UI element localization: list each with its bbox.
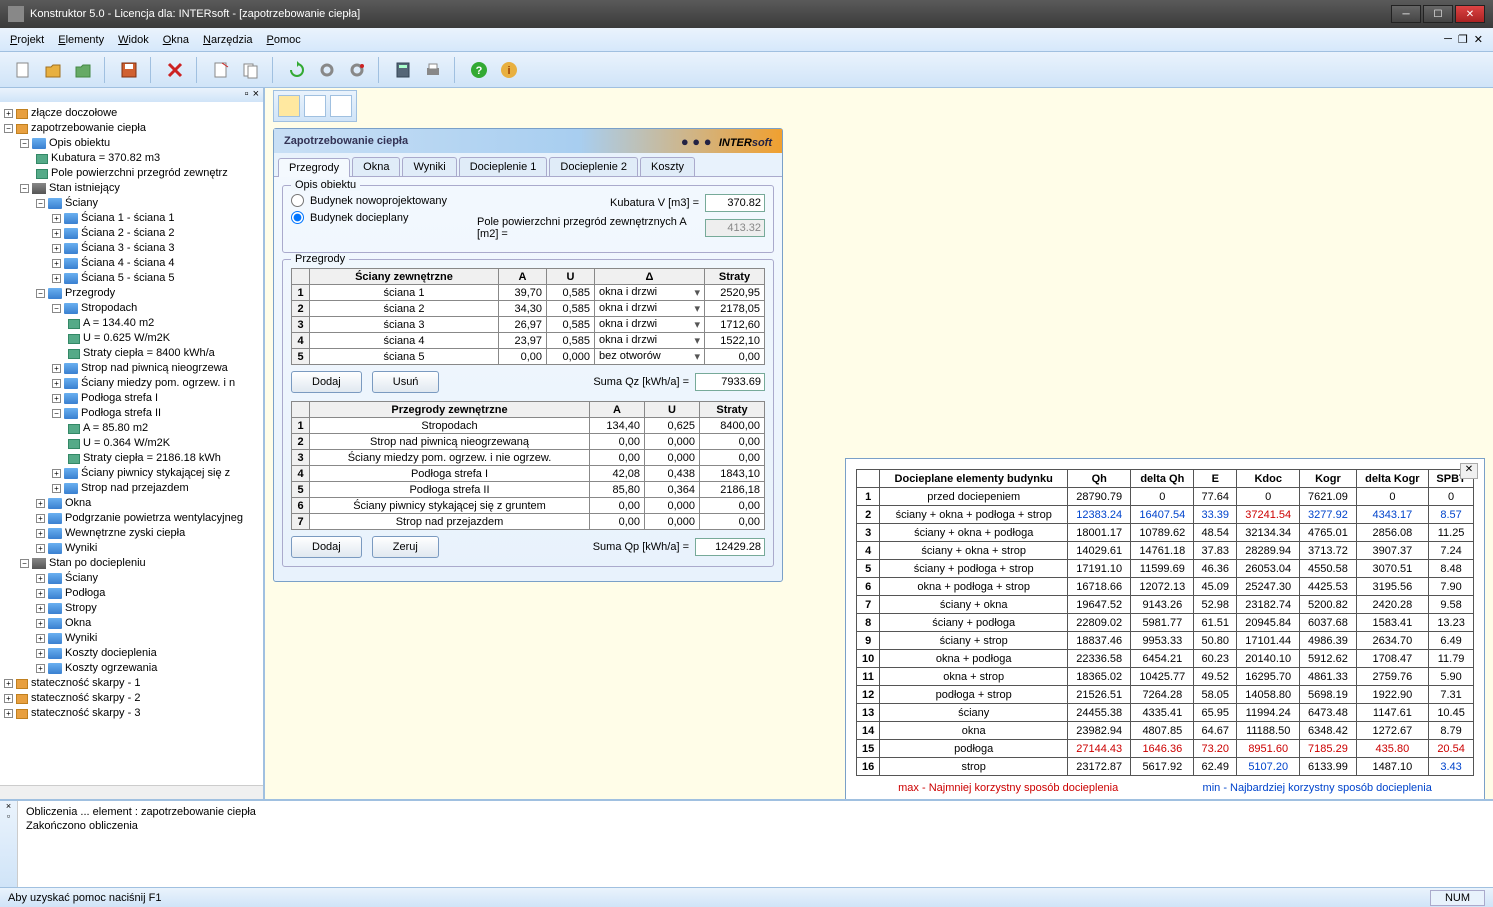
tab-koszty[interactable]: Koszty xyxy=(640,157,695,176)
maximize-button[interactable]: ☐ xyxy=(1423,5,1453,23)
gear1-button[interactable] xyxy=(314,57,340,83)
sciany-table[interactable]: Ściany zewnętrzneAUΔStraty 1ściana 139,7… xyxy=(291,268,765,365)
svg-text:i: i xyxy=(507,65,510,77)
legend-min: min - Najbardziej korzystny sposób docie… xyxy=(1203,782,1432,794)
zeruj-button[interactable]: Zeruj xyxy=(372,536,439,558)
log-gutter[interactable]: ×▫ xyxy=(0,801,18,887)
main-panel: Zapotrzebowanie ciepła ● ● ● INTERsoft P… xyxy=(273,128,783,582)
tab-przegrody[interactable]: Przegrody xyxy=(278,158,350,177)
panel-tabs: Przegrody Okna Wyniki Docieplenie 1 Doci… xyxy=(274,153,782,177)
print-button[interactable] xyxy=(420,57,446,83)
kubatura-input[interactable] xyxy=(705,194,765,212)
sidebar-close-icon[interactable]: × xyxy=(253,88,259,102)
info-button[interactable]: i xyxy=(496,57,522,83)
project-tree[interactable]: +złącze doczołowe −zapotrzebowanie ciepł… xyxy=(0,102,263,785)
calc-button[interactable] xyxy=(390,57,416,83)
menu-widok[interactable]: Widok xyxy=(118,34,149,46)
przegrody-group: Przegrody Ściany zewnętrzneAUΔStraty 1śc… xyxy=(282,259,774,567)
legend-max: max - Najmniej korzystny sposób docieple… xyxy=(898,782,1118,794)
usun-button[interactable]: Usuń xyxy=(372,371,440,393)
close-button[interactable]: ✕ xyxy=(1455,5,1485,23)
open2-button[interactable] xyxy=(70,57,96,83)
mdi-restore-icon[interactable]: ❐ xyxy=(1458,33,1468,46)
panel-title: Zapotrzebowanie ciepła xyxy=(284,135,408,147)
save-button[interactable] xyxy=(116,57,142,83)
gear2-button[interactable] xyxy=(344,57,370,83)
menubar: Projekt Elementy Widok Okna Narzędzia Po… xyxy=(0,28,1493,52)
refresh-button[interactable] xyxy=(284,57,310,83)
view-tab-1[interactable] xyxy=(278,95,300,117)
panel-header: Zapotrzebowanie ciepła ● ● ● INTERsoft xyxy=(274,129,782,153)
radio-nowy[interactable] xyxy=(291,194,304,207)
tab-okna[interactable]: Okna xyxy=(352,157,400,176)
tab-wyniki[interactable]: Wyniki xyxy=(402,157,456,176)
suma-qz xyxy=(695,373,765,391)
tab-doc2[interactable]: Docieplenie 2 xyxy=(549,157,638,176)
delete-button[interactable] xyxy=(162,57,188,83)
sidebar-header: ▫ × xyxy=(0,88,263,102)
results-close-button[interactable]: ✕ xyxy=(1460,463,1478,479)
view-tab-3[interactable] xyxy=(330,95,352,117)
view-tabs xyxy=(273,90,357,122)
przegrody-table[interactable]: Przegrody zewnętrzneAUStraty 1Stropodach… xyxy=(291,401,765,530)
menu-narzedzia[interactable]: Narzędzia xyxy=(203,34,253,46)
sidebar-pin-icon[interactable]: ▫ xyxy=(245,88,249,102)
menu-projekt[interactable]: Projekt xyxy=(10,34,44,46)
view-tab-2[interactable] xyxy=(304,95,326,117)
mdi-close-icon[interactable]: ✕ xyxy=(1474,33,1483,46)
opis-group: Opis obiektu Budynek nowoprojektowany Bu… xyxy=(282,185,774,253)
brand-label: ● ● ● INTERsoft xyxy=(681,134,772,149)
tree-scrollbar[interactable] xyxy=(0,785,263,799)
content-area: Zapotrzebowanie ciepła ● ● ● INTERsoft P… xyxy=(265,88,1493,799)
status-help: Aby uzyskać pomoc naciśnij F1 xyxy=(8,892,161,904)
mdi-minimize-icon[interactable]: ─ xyxy=(1444,33,1452,46)
log-line-1: Obliczenia ... element : zapotrzebowanie… xyxy=(26,805,256,819)
tab-doc1[interactable]: Docieplenie 1 xyxy=(459,157,548,176)
doc2-button[interactable] xyxy=(238,57,264,83)
log-panel: ×▫ Obliczenia ... element : zapotrzebowa… xyxy=(0,799,1493,887)
menu-pomoc[interactable]: Pomoc xyxy=(267,34,301,46)
log-line-2: Zakończono obliczenia xyxy=(26,819,256,833)
results-table: Docieplane elementy budynku Qh delta Qh … xyxy=(856,469,1474,776)
sidebar: ▫ × +złącze doczołowe −zapotrzebowanie c… xyxy=(0,88,265,799)
svg-text:?: ? xyxy=(476,65,483,77)
status-num: NUM xyxy=(1430,890,1485,906)
doc1-button[interactable] xyxy=(208,57,234,83)
menu-okna[interactable]: Okna xyxy=(163,34,189,46)
window-title: Konstruktor 5.0 - Licencja dla: INTERsof… xyxy=(30,8,360,20)
open-button[interactable] xyxy=(40,57,66,83)
dodaj2-button[interactable]: Dodaj xyxy=(291,536,362,558)
toolbar: ? i xyxy=(0,52,1493,88)
main-area: ▫ × +złącze doczołowe −zapotrzebowanie c… xyxy=(0,88,1493,799)
radio-docieplany[interactable] xyxy=(291,211,304,224)
new-button[interactable] xyxy=(10,57,36,83)
pole-input xyxy=(705,219,765,237)
results-panel: ✕ Docieplane elementy budynku Qh delta Q… xyxy=(845,458,1485,799)
dodaj1-button[interactable]: Dodaj xyxy=(291,371,362,393)
statusbar: Aby uzyskać pomoc naciśnij F1 NUM xyxy=(0,887,1493,907)
titlebar: Konstruktor 5.0 - Licencja dla: INTERsof… xyxy=(0,0,1493,28)
app-icon xyxy=(8,6,24,22)
minimize-button[interactable]: ─ xyxy=(1391,5,1421,23)
menu-elementy[interactable]: Elementy xyxy=(58,34,104,46)
suma-qp xyxy=(695,538,765,556)
app-window: Konstruktor 5.0 - Licencja dla: INTERsof… xyxy=(0,0,1493,907)
help-button[interactable]: ? xyxy=(466,57,492,83)
